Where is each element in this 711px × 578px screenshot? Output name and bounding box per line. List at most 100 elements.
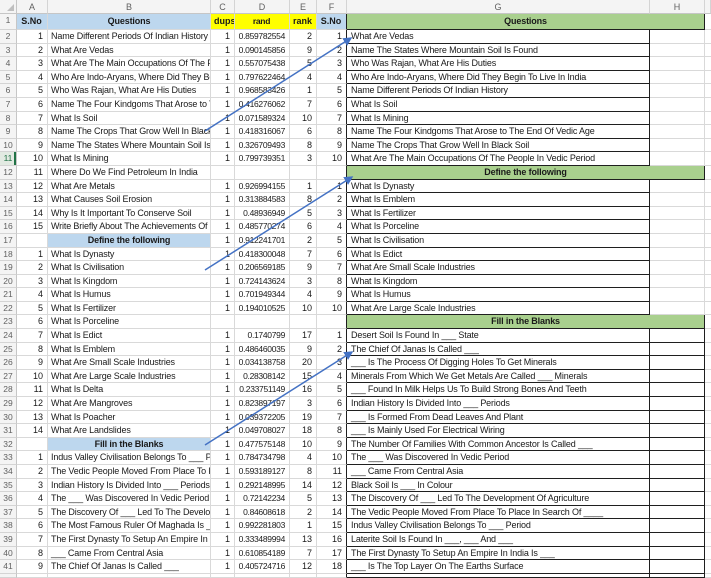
- cell-H13[interactable]: [650, 179, 705, 194]
- cell-A26[interactable]: 9: [17, 356, 48, 370]
- row-header-18[interactable]: 18: [0, 247, 17, 262]
- cell-E9[interactable]: 6: [290, 125, 317, 139]
- cell-D20[interactable]: 0.724143624: [235, 274, 290, 289]
- cell-C29[interactable]: 1: [211, 397, 235, 411]
- cell-A38[interactable]: 6: [17, 519, 48, 533]
- cell-B5[interactable]: Who Are Indo-Aryans, Where Did They Begi…: [48, 70, 211, 85]
- cell-H17[interactable]: [650, 233, 705, 248]
- row-header-39[interactable]: 39: [0, 532, 17, 547]
- cell-E16[interactable]: 6: [290, 220, 317, 234]
- cell-F20[interactable]: 8: [317, 274, 347, 289]
- cell-E37[interactable]: 2: [290, 505, 317, 520]
- cell-A20[interactable]: 3: [17, 274, 48, 289]
- cell-E26[interactable]: 20: [290, 356, 317, 370]
- row-header-26[interactable]: 26: [0, 356, 17, 370]
- cell-D33[interactable]: 0.784734798: [235, 451, 290, 465]
- cell-F4[interactable]: 3: [317, 57, 347, 71]
- cell-A24[interactable]: 7: [17, 329, 48, 343]
- cell-E36[interactable]: 5: [290, 492, 317, 506]
- cell-H27[interactable]: [650, 369, 705, 384]
- row-header-19[interactable]: 19: [0, 261, 17, 275]
- cell-D27[interactable]: 0.28308142: [235, 369, 290, 384]
- cell-G13[interactable]: What Is Dynasty: [347, 179, 650, 194]
- cell-F12[interactable]: [317, 165, 347, 180]
- cell-C23[interactable]: [211, 315, 235, 330]
- cell-B29[interactable]: What Are Mangroves: [48, 397, 211, 411]
- cell-G24[interactable]: Desert Soil Is Found In ___ State: [347, 329, 650, 343]
- row-header-33[interactable]: 33: [0, 451, 17, 465]
- cell-D25[interactable]: 0.486460035: [235, 342, 290, 357]
- cell-F7[interactable]: 6: [317, 97, 347, 112]
- cell-G1[interactable]: Questions: [347, 14, 705, 30]
- cell-H21[interactable]: [650, 288, 705, 302]
- cell-F16[interactable]: 4: [317, 220, 347, 234]
- cell-B1[interactable]: Questions: [48, 14, 211, 30]
- cell-H24[interactable]: [650, 329, 705, 343]
- cell-A19[interactable]: 2: [17, 261, 48, 275]
- cell-B25[interactable]: What Is Emblem: [48, 342, 211, 357]
- cell-F19[interactable]: 7: [317, 261, 347, 275]
- cell-H34[interactable]: [650, 465, 705, 479]
- cell-H8[interactable]: [650, 111, 705, 126]
- cell-E1[interactable]: rank: [290, 14, 317, 30]
- row-header-31[interactable]: 31: [0, 424, 17, 438]
- cell-E23[interactable]: [290, 315, 317, 330]
- cell-A18[interactable]: 1: [17, 247, 48, 262]
- cell-C5[interactable]: 1: [211, 70, 235, 85]
- cell-F6[interactable]: 5: [317, 84, 347, 98]
- cell-A40[interactable]: 8: [17, 546, 48, 561]
- cell-A25[interactable]: 8: [17, 342, 48, 357]
- cell-B12[interactable]: Where Do We Find Petroleum In India: [48, 165, 211, 180]
- cell-E27[interactable]: 15: [290, 369, 317, 384]
- cell-C33[interactable]: 1: [211, 451, 235, 465]
- cell-B27[interactable]: What Are Large Scale Industries: [48, 369, 211, 384]
- cell-E34[interactable]: 8: [290, 465, 317, 479]
- cell-H10[interactable]: [650, 138, 705, 153]
- cell-C37[interactable]: 1: [211, 505, 235, 520]
- cell-D37[interactable]: 0.84608618: [235, 505, 290, 520]
- cell-B18[interactable]: What Is Dynasty: [48, 247, 211, 262]
- cell-B22[interactable]: What Is Fertilizer: [48, 301, 211, 316]
- cell-C40[interactable]: 1: [211, 546, 235, 561]
- col-header-B[interactable]: B: [48, 0, 211, 14]
- cell-D15[interactable]: 0.48936949: [235, 206, 290, 221]
- cell-F17[interactable]: 5: [317, 233, 347, 248]
- cell-F39[interactable]: 16: [317, 532, 347, 547]
- cell-D34[interactable]: 0.593189127: [235, 465, 290, 479]
- cell-C26[interactable]: 1: [211, 356, 235, 370]
- cell-H42[interactable]: [650, 573, 705, 578]
- cell-H4[interactable]: [650, 57, 705, 71]
- cell-G4[interactable]: Who Was Rajan, What Are His Duties: [347, 57, 650, 71]
- cell-G37[interactable]: The Vedic People Moved From Place To Pla…: [347, 505, 650, 520]
- cell-C1[interactable]: dups: [211, 14, 235, 30]
- cell-E29[interactable]: 3: [290, 397, 317, 411]
- cell-H28[interactable]: [650, 383, 705, 398]
- cell-A33[interactable]: 1: [17, 451, 48, 465]
- cell-B6[interactable]: Who Was Rajan, What Are His Duties: [48, 84, 211, 98]
- row-header-20[interactable]: 20: [0, 274, 17, 289]
- cell-H35[interactable]: [650, 478, 705, 493]
- cell-A30[interactable]: 13: [17, 410, 48, 425]
- cell-E19[interactable]: 9: [290, 261, 317, 275]
- cell-H19[interactable]: [650, 261, 705, 275]
- cell-A8[interactable]: 7: [17, 111, 48, 126]
- row-header-1[interactable]: 1: [0, 14, 17, 30]
- cell-H29[interactable]: [650, 397, 705, 411]
- row-header-7[interactable]: 7: [0, 97, 17, 112]
- cell-G6[interactable]: Name Different Periods Of Indian History: [347, 84, 650, 98]
- cell-D28[interactable]: 0.233751149: [235, 383, 290, 398]
- cell-C27[interactable]: 1: [211, 369, 235, 384]
- cell-E6[interactable]: 1: [290, 84, 317, 98]
- cell-H11[interactable]: [650, 152, 705, 166]
- cell-D16[interactable]: 0.485770274: [235, 220, 290, 234]
- cell-B34[interactable]: The Vedic People Moved From Place To Pla…: [48, 465, 211, 479]
- cell-G33[interactable]: The ___ Was Discovered In Vedic Period: [347, 451, 650, 465]
- cell-F32[interactable]: 9: [317, 437, 347, 452]
- cell-B35[interactable]: Indian History Is Divided Into ___ Perio…: [48, 478, 211, 493]
- cell-F40[interactable]: 17: [317, 546, 347, 561]
- row-header-40[interactable]: 40: [0, 546, 17, 561]
- cell-F28[interactable]: 5: [317, 383, 347, 398]
- cell-E3[interactable]: 9: [290, 43, 317, 58]
- cell-D1[interactable]: rand: [235, 14, 290, 30]
- cell-F37[interactable]: 14: [317, 505, 347, 520]
